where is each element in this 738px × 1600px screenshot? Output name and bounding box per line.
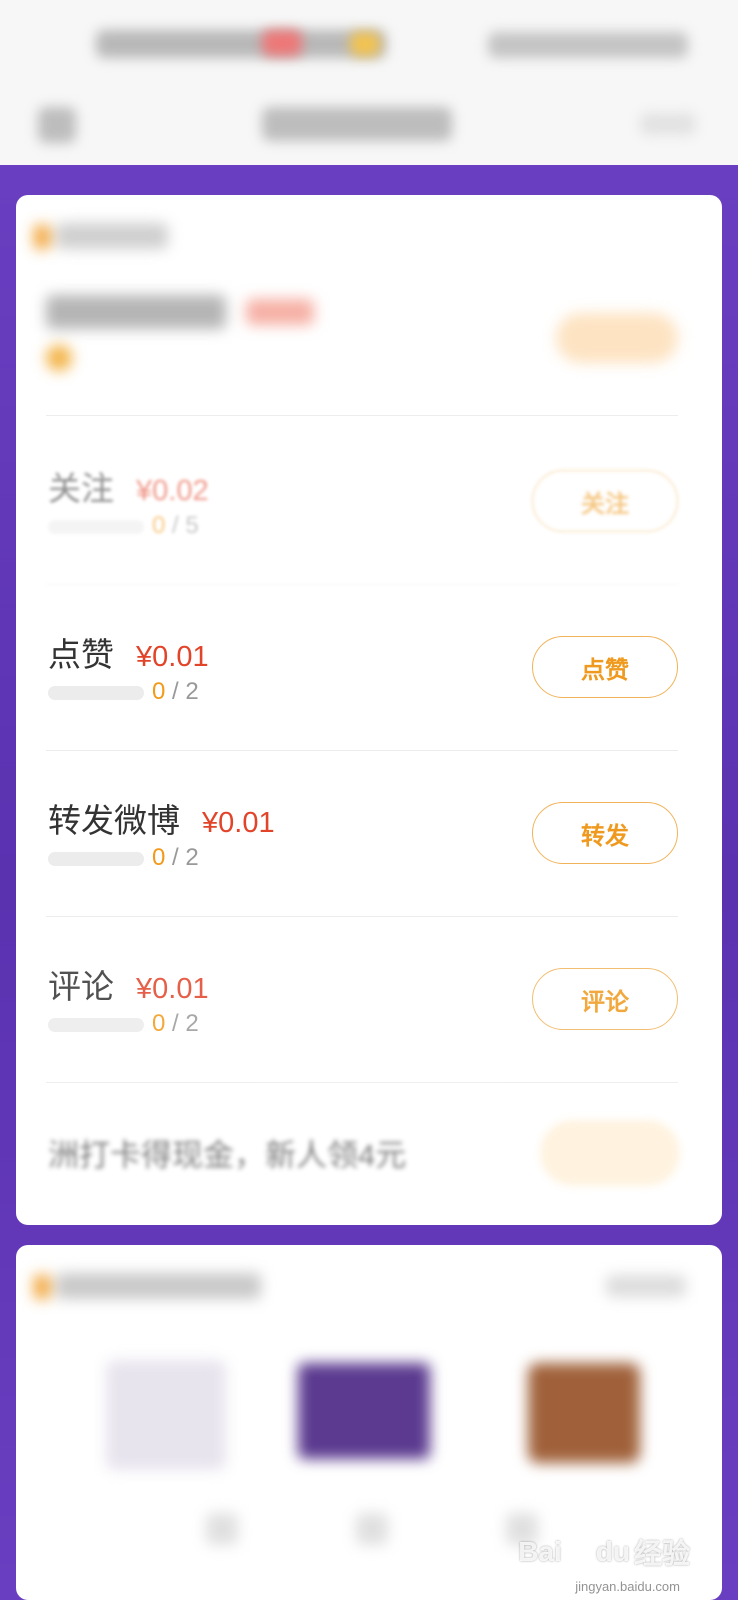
task-name: 关注 <box>48 470 114 507</box>
progress-total: / 2 <box>172 1010 199 1037</box>
progress-done: 0 <box>152 1010 166 1037</box>
status-bar <box>0 0 738 95</box>
task-title: 点赞 ¥0.01 <box>48 628 209 676</box>
status-dot-yellow <box>350 32 380 56</box>
progress-text: 0 / 5 <box>152 512 199 540</box>
progress-bar <box>48 520 144 534</box>
task-reward: ¥0.01 <box>202 807 275 839</box>
watermark-brand: Bai <box>518 1536 562 1567</box>
task-title: 转发微博 ¥0.01 <box>48 794 275 842</box>
task-reward: ¥0.01 <box>136 641 209 673</box>
progress-total: / 2 <box>172 844 199 871</box>
progress-done: 0 <box>152 844 166 871</box>
progress-done: 0 <box>152 678 166 705</box>
task-reward: ¥0.02 <box>136 475 209 507</box>
progress-bar <box>48 1018 144 1032</box>
status-left-blur <box>96 30 386 58</box>
task-title: 评论 ¥0.01 <box>48 960 209 1008</box>
progress-text: 0 / 2 <box>152 678 199 706</box>
paw-icon <box>569 1541 588 1562</box>
promo-banner-text: 洲打卡得现金，新人领4元 <box>48 1138 407 1173</box>
navigation-bar <box>0 85 738 165</box>
status-dot-red <box>262 30 302 56</box>
status-right-blur <box>488 32 688 58</box>
baidu-watermark: Bai du 经验 <box>518 1532 690 1572</box>
like-button[interactable]: 点赞 <box>532 636 678 698</box>
task-row-follow: 关注 ¥0.02 0 / 5 关注 <box>46 418 678 585</box>
back-icon[interactable] <box>38 107 76 143</box>
task-row-comment: 评论 ¥0.01 0 / 2 评论 <box>46 916 678 1083</box>
progress-bar <box>48 852 144 866</box>
watermark-brand-du: du <box>595 1536 630 1567</box>
page-title <box>262 107 452 141</box>
task-row-like: 点赞 ¥0.01 0 / 2 点赞 <box>46 584 678 751</box>
task-name: 评论 <box>48 968 114 1005</box>
promo-banner-button[interactable] <box>540 1120 680 1186</box>
task-row-repost: 转发微博 ¥0.01 0 / 2 转发 <box>46 750 678 917</box>
progress-text: 0 / 2 <box>152 1010 199 1038</box>
progress-total: / 5 <box>172 512 199 539</box>
progress-text: 0 / 2 <box>152 844 199 872</box>
more-icon[interactable] <box>640 113 696 135</box>
task-reward: ¥0.01 <box>136 973 209 1005</box>
watermark-url: jingyan.baidu.com <box>575 1579 680 1594</box>
task-name: 点赞 <box>48 636 114 673</box>
follow-button[interactable]: 关注 <box>532 470 678 532</box>
progress-bar <box>48 686 144 700</box>
task-title: 关注 ¥0.02 <box>48 462 209 510</box>
comment-button[interactable]: 评论 <box>532 968 678 1030</box>
progress-total: / 2 <box>172 678 199 705</box>
watermark-cn: 经验 <box>633 1538 690 1569</box>
repost-button[interactable]: 转发 <box>532 802 678 864</box>
divider <box>46 415 678 416</box>
task-name: 转发微博 <box>48 802 180 839</box>
progress-done: 0 <box>152 512 166 539</box>
